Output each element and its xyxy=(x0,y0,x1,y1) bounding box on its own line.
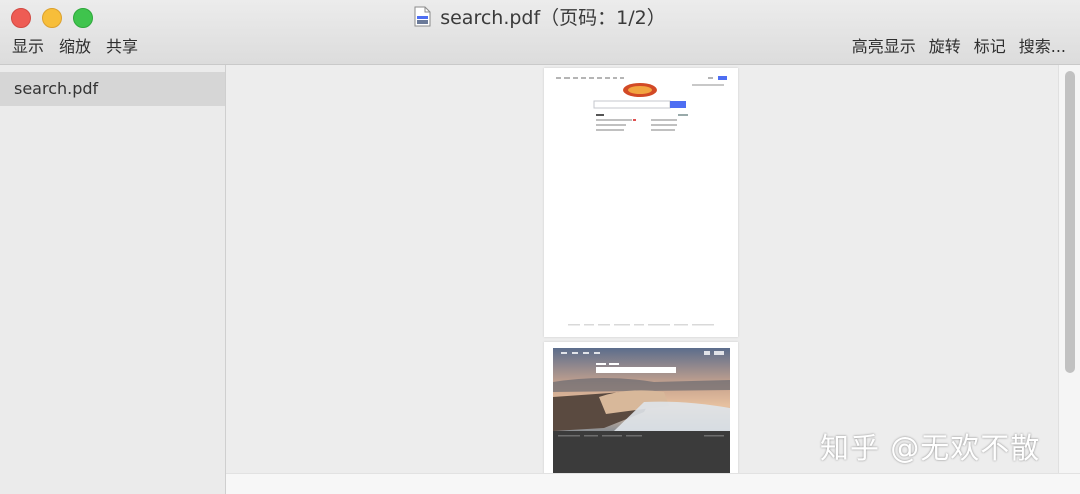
horizontal-scrollbar[interactable] xyxy=(226,473,1080,494)
sidebar-item-search-pdf[interactable]: search.pdf xyxy=(0,72,225,106)
zoom-menu-button[interactable]: 缩放 xyxy=(59,36,91,58)
window-title-text: search.pdf（页码：1/2） xyxy=(440,7,666,29)
pdf-page-2[interactable] xyxy=(544,342,738,494)
view-button[interactable]: 显示 xyxy=(12,36,44,58)
page-2-content xyxy=(553,348,730,494)
highlight-button[interactable]: 高亮显示 xyxy=(852,36,916,58)
window-title: search.pdf（页码：1/2） xyxy=(0,5,1080,31)
title-bar: search.pdf（页码：1/2） 显示 缩放 共享 高亮显示 旋转 标记 搜… xyxy=(0,0,1080,65)
rotate-button[interactable]: 旋转 xyxy=(929,36,961,58)
pdf-document-icon xyxy=(414,6,431,27)
vertical-scrollbar[interactable] xyxy=(1058,65,1080,473)
vertical-scroll-thumb[interactable] xyxy=(1065,71,1075,373)
page-1-content xyxy=(556,76,727,326)
preview-window: search.pdf（页码：1/2） 显示 缩放 共享 高亮显示 旋转 标记 搜… xyxy=(0,0,1080,494)
share-button[interactable]: 共享 xyxy=(106,36,138,58)
sidebar: search.pdf xyxy=(0,65,226,494)
sidebar-item-label: search.pdf xyxy=(14,79,99,98)
search-button[interactable]: 搜索... xyxy=(1019,36,1066,58)
pdf-page-1[interactable] xyxy=(544,68,738,337)
markup-button[interactable]: 标记 xyxy=(974,36,1006,58)
watermark: 知乎 @无欢不散 xyxy=(820,431,1041,465)
